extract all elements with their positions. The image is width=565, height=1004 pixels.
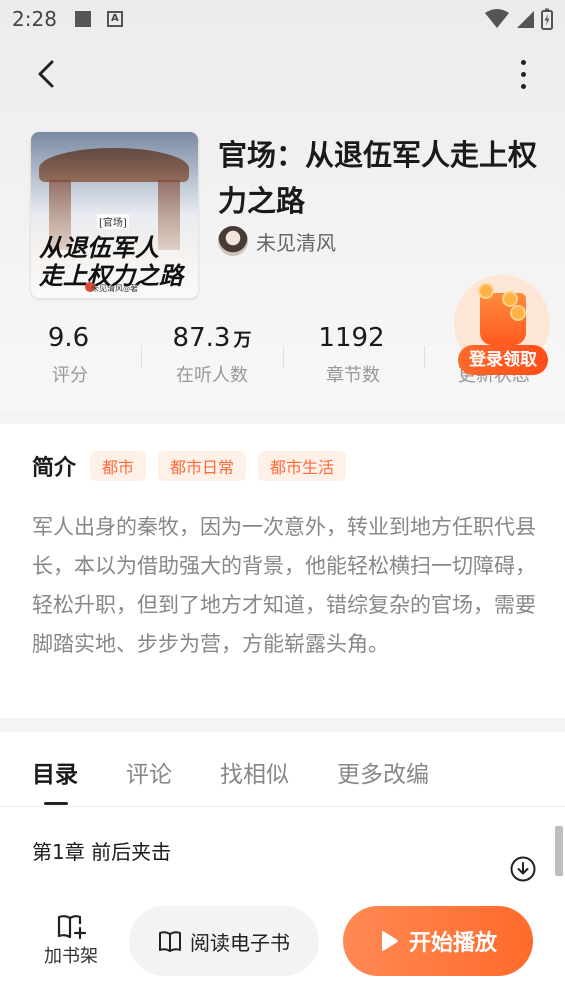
coin-icon — [510, 305, 526, 321]
add-to-shelf-button[interactable]: 加书架 — [36, 912, 106, 976]
more-dot-icon — [520, 71, 526, 77]
section-divider — [0, 718, 565, 732]
more-dot-icon — [520, 59, 526, 65]
stat-value: 1192 — [318, 323, 385, 353]
login-reward-promo[interactable]: 登录领取 — [454, 275, 550, 377]
download-icon[interactable] — [510, 856, 536, 882]
genre-tag[interactable]: 都市日常 — [158, 451, 247, 481]
stat-rating: 9.6 评分 — [0, 318, 140, 391]
coin-icon — [478, 283, 494, 299]
tab-comments[interactable]: 评论 — [126, 755, 172, 799]
genre-tag[interactable]: 都市生活 — [258, 451, 347, 481]
stat-label: 评分 — [52, 365, 88, 386]
play-icon — [381, 931, 398, 951]
status-icons — [485, 8, 553, 30]
start-playback-button[interactable]: 开始播放 — [343, 906, 533, 976]
read-ebook-label: 阅读电子书 — [190, 930, 290, 955]
status-time: 2:28 — [12, 7, 57, 31]
book-plus-icon — [57, 915, 86, 940]
cover-author-mark: 未见清风◎著 — [91, 284, 138, 293]
stat-value: 87.3 万 — [172, 323, 252, 353]
stat-label: 在听人数 — [176, 365, 248, 386]
author-name: 未见清风 — [256, 230, 336, 255]
battery-icon — [541, 8, 553, 30]
cover-pillar-art — [158, 180, 180, 250]
scrollbar[interactable] — [555, 826, 563, 876]
more-dot-icon — [520, 83, 526, 89]
section-divider — [0, 410, 565, 424]
intro-section: 简介 都市 都市日常 都市生活 军人出身的秦牧，因为一次意外，转业到地方任职代县… — [32, 450, 537, 664]
chapter-title: 第1章 前后夹击 — [32, 840, 172, 864]
book-title: 官场：从退伍军人走上权力之路 — [218, 138, 538, 218]
author-avatar — [218, 226, 248, 256]
intro-heading: 简介 — [32, 456, 77, 481]
bottom-action-bar: 加书架 阅读电子书 开始播放 — [0, 882, 565, 1004]
tab-similar[interactable]: 找相似 — [220, 755, 289, 799]
signal-icon — [517, 11, 534, 28]
tab-adaptations[interactable]: 更多改编 — [337, 755, 429, 799]
book-cover[interactable]: [官场] 从退伍军人 走上权力之路 未见清风◎著 — [31, 132, 198, 298]
open-book-icon — [159, 931, 181, 952]
tab-bar: 目录 评论 找相似 更多改编 — [32, 755, 477, 805]
read-ebook-button[interactable]: 阅读电子书 — [129, 906, 319, 976]
tab-divider — [0, 806, 565, 807]
status-bar: 2:28 A — [0, 0, 565, 38]
intro-header: 简介 都市 都市日常 都市生活 — [32, 450, 537, 482]
cover-tag: [官场] — [97, 214, 129, 229]
promo-label: 登录领取 — [458, 345, 548, 375]
tab-catalog[interactable]: 目录 — [32, 755, 78, 805]
more-options-button[interactable] — [513, 56, 533, 92]
cover-roof-art — [39, 148, 189, 182]
stat-label: 章节数 — [326, 365, 380, 386]
stat-listeners: 87.3 万 在听人数 — [142, 318, 282, 391]
chapter-item[interactable]: 第1章 前后夹击 — [32, 836, 542, 884]
stat-value: 9.6 — [47, 323, 90, 353]
notification-a-icon: A — [106, 11, 123, 27]
wifi-icon — [485, 9, 509, 28]
genre-tag[interactable]: 都市 — [90, 451, 147, 481]
top-nav — [0, 48, 565, 100]
chevron-left-icon — [38, 60, 54, 88]
intro-text[interactable]: 军人出身的秦牧，因为一次意外，转业到地方任职代县长，本以为借助强大的背景，他能轻… — [32, 508, 537, 664]
back-button[interactable] — [26, 54, 66, 94]
notification-square-icon — [74, 11, 91, 27]
start-playback-label: 开始播放 — [408, 931, 497, 956]
add-to-shelf-label: 加书架 — [44, 946, 98, 967]
stat-chapters: 1192 章节数 — [283, 318, 423, 391]
author-row[interactable]: 未见清风 — [218, 226, 336, 256]
